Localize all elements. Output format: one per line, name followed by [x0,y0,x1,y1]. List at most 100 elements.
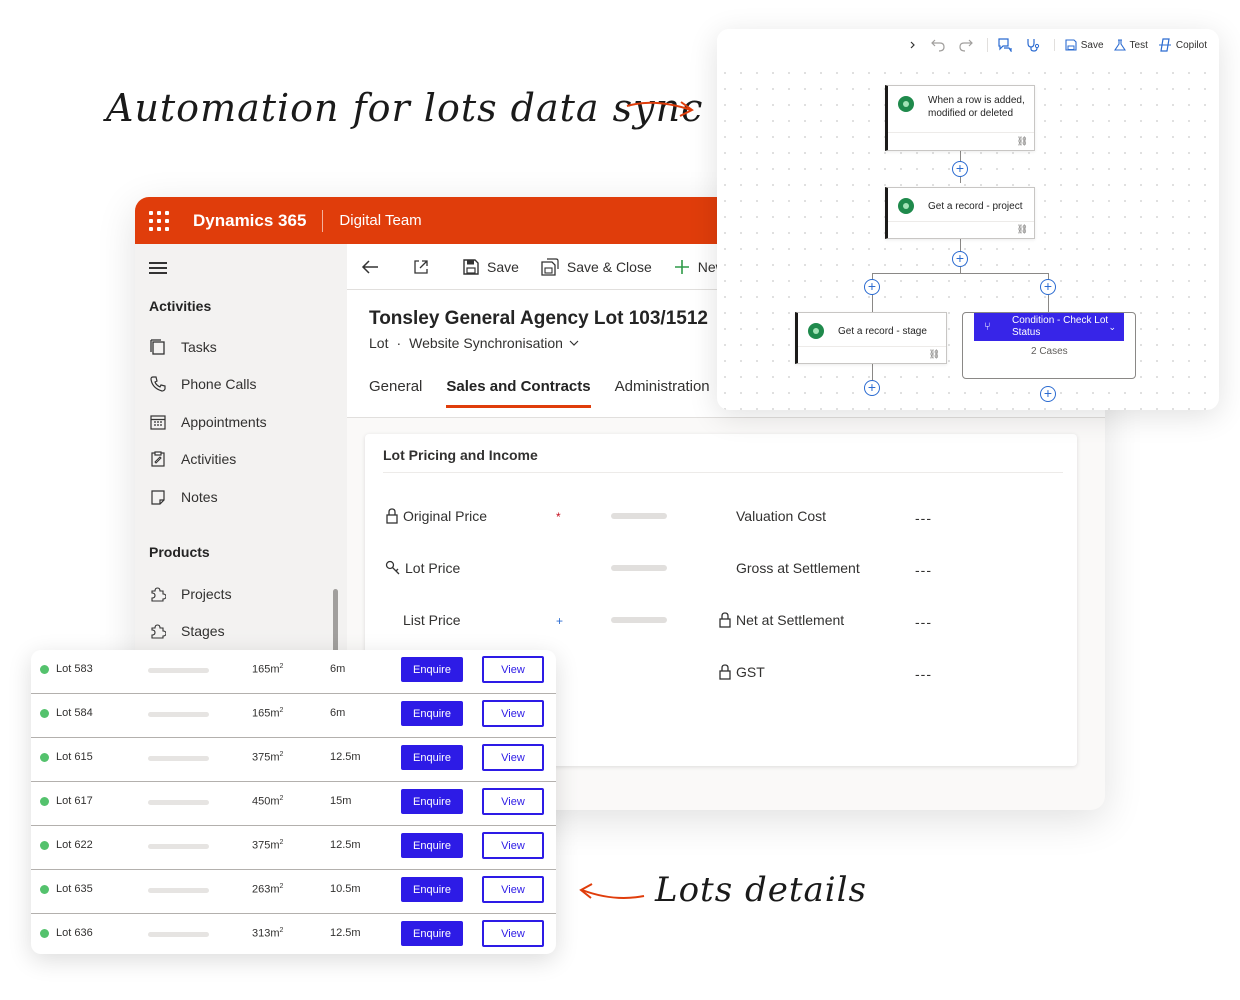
enquire-button[interactable]: Enquire [401,789,463,814]
field-gst: GST [718,664,765,680]
plus-icon [674,259,690,275]
enquire-button[interactable]: Enquire [401,701,463,726]
add-step-button[interactable]: + [952,251,968,267]
annotation-automation: Automation for lots data sync [106,86,704,130]
flow-copilot-button[interactable]: Copilot [1158,38,1207,52]
subtitle-separator: · [396,335,402,351]
view-button[interactable]: View [482,788,544,815]
sidebar-section-activities: Activities [149,298,212,314]
hamburger-icon[interactable] [149,262,167,277]
puzzle-icon [149,585,167,603]
lot-name: Lot 635 [56,883,93,895]
sidebar-item-phone-calls[interactable]: Phone Calls [149,375,257,393]
lot-frontage: 6m [330,663,346,675]
enquire-button[interactable]: Enquire [401,833,463,858]
placeholder-bar [148,888,209,893]
lot-area: 313m2 [252,927,283,940]
table-row: Lot 617 450m2 15m Enquire View [31,782,556,826]
save-close-button[interactable]: Save & Close [541,257,652,276]
note-icon [149,488,167,506]
redo-button[interactable] [959,38,977,52]
comments-button[interactable] [986,38,1016,52]
record-title: Tonsley General Agency Lot 103/1512 [369,308,708,329]
undo-button[interactable] [930,38,949,52]
node-divider [888,221,1034,222]
condition-container[interactable]: ⑂ Condition - Check Lot Status ⌄ 2 Cases [962,312,1136,379]
view-button[interactable]: View [482,656,544,683]
view-button[interactable]: View [482,744,544,771]
lock-icon [718,664,732,680]
lot-area-value: 313 [252,927,271,940]
view-button[interactable]: View [482,876,544,903]
tasks-icon [149,338,167,356]
trigger-node[interactable]: When a row is added, modified or deleted… [885,85,1035,151]
enquire-button[interactable]: Enquire [401,745,463,770]
checker-button[interactable] [1026,38,1044,52]
sidebar-item-activities[interactable]: Activities [149,450,236,468]
field-net-at-settlement: Net at Settlement [718,612,844,628]
app-title[interactable]: Dynamics 365 [193,211,306,231]
view-button[interactable]: View [482,832,544,859]
condition-node[interactable]: ⑂ Condition - Check Lot Status ⌄ [974,313,1124,341]
link-icon: ⛓ [928,349,940,359]
lot-area-value: 165 [252,663,271,676]
net-at-settlement-value: --- [915,614,932,630]
lot-frontage: 10.5m [330,883,361,895]
field-label: Original Price [403,508,488,524]
get-project-node[interactable]: Get a record - project ⛓ [885,187,1035,239]
waffle-icon[interactable] [149,210,169,231]
open-new-window-button[interactable] [413,259,437,275]
add-step-button[interactable]: + [864,380,880,396]
list-price-input[interactable] [611,617,667,623]
get-project-node-label: Get a record - project [928,201,1023,212]
undo-icon [930,38,945,52]
save-label: Save [487,258,519,275]
chevron-right-icon [909,40,917,50]
sidebar-item-appointments[interactable]: Appointments [149,413,267,431]
team-name[interactable]: Digital Team [339,212,421,229]
flow-test-button[interactable]: Test [1113,39,1148,51]
lot-name: Lot 622 [56,839,93,851]
sidebar-item-projects[interactable]: Projects [149,585,232,603]
tab-administration[interactable]: Administration [615,378,710,408]
lot-price-input[interactable] [611,565,667,571]
sidebar-item-tasks[interactable]: Tasks [149,338,217,356]
placeholder-bar [148,844,209,849]
enquire-button[interactable]: Enquire [401,921,463,946]
lot-name: Lot 617 [56,795,93,807]
status-dot [40,709,49,718]
table-row: Lot 584 165m2 6m Enquire View [31,694,556,738]
collapse-button[interactable] [909,40,921,50]
flow-save-button[interactable]: Save [1053,39,1104,51]
field-label: Net at Settlement [736,612,845,628]
lot-name: Lot 584 [56,707,93,719]
lot-frontage: 6m [330,707,346,719]
lot-area-unit: m [270,839,280,852]
view-button[interactable]: View [482,920,544,947]
original-price-input[interactable] [611,513,667,519]
view-button[interactable]: View [482,700,544,727]
condition-cases: 2 Cases [1031,346,1068,357]
record-subtitle: Lot · Website Synchronisation [369,335,579,351]
lot-name: Lot 636 [56,927,93,939]
sidebar-item-stages[interactable]: Stages [149,622,225,640]
placeholder-bar [148,932,209,937]
enquire-button[interactable]: Enquire [401,877,463,902]
add-branch-button[interactable]: + [864,279,880,295]
chevron-down-icon[interactable]: ⌄ [1108,321,1116,333]
tab-sales-and-contracts[interactable]: Sales and Contracts [446,378,591,408]
add-step-button[interactable]: + [952,161,968,177]
add-step-button[interactable]: + [1040,386,1056,402]
enquire-button[interactable]: Enquire [401,657,463,682]
sidebar-item-notes[interactable]: Notes [149,488,218,506]
field-gross-at-settlement: Gross at Settlement [736,560,860,576]
get-stage-node[interactable]: Get a record - stage ⛓ [795,312,947,364]
tab-general[interactable]: General [369,378,422,408]
save-button[interactable]: Save [463,259,519,275]
chevron-down-icon[interactable] [569,340,579,346]
add-branch-button[interactable]: + [1040,279,1056,295]
back-button[interactable] [361,259,387,275]
lot-area-exponent: 2 [279,663,284,670]
field-label: Valuation Cost [736,508,827,524]
form-selector[interactable]: Website Synchronisation [409,335,563,351]
